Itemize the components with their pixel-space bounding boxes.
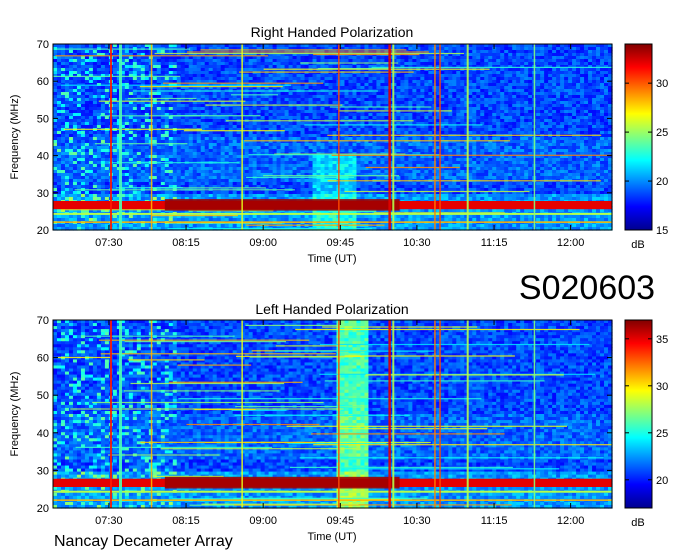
colorbar-tick-label: 25	[656, 127, 668, 139]
y-tick-label: 30	[37, 188, 49, 200]
y-tick-label: 70	[37, 39, 49, 51]
y-tick-label: 60	[37, 76, 49, 88]
x-tick-label: 08:15	[172, 515, 200, 527]
x-tick-label: 09:00	[249, 237, 277, 249]
x-tick-label: 12:00	[557, 237, 585, 249]
left-polarization-panel: Left Handed Polarization 20 30 40 50 60 70 07…	[9, 301, 668, 543]
y-tick-label: 50	[37, 390, 49, 402]
left-y-axis-label: Frequency (MHz)	[9, 372, 21, 457]
left-heatmap	[53, 320, 613, 509]
instrument-name: Nancay Decameter Array	[54, 533, 233, 550]
x-tick-label: 11:15	[481, 515, 508, 527]
spectrogram-figure: Right Handed Polarization 20 30 40 50 60 70 0…	[9, 24, 668, 550]
y-tick-label: 20	[37, 225, 49, 237]
y-tick-label: 70	[37, 315, 49, 327]
right-y-axis-label: Frequency (MHz)	[9, 95, 21, 180]
x-tick-label: 12:00	[557, 515, 585, 527]
y-tick-label: 30	[37, 465, 49, 477]
colorbar-tick-label: 25	[656, 428, 668, 440]
x-tick-label: 09:00	[249, 515, 277, 527]
x-tick-label: 10:30	[403, 515, 431, 527]
y-tick-label: 40	[37, 151, 49, 163]
y-tick-label: 50	[37, 113, 49, 125]
left-x-axis-label: Time (UT)	[307, 531, 356, 543]
right-panel-title: Right Handed Polarization	[251, 24, 414, 40]
y-tick-label: 40	[37, 428, 49, 440]
colorbar-tick-label: 35	[656, 334, 668, 346]
colorbar-tick-label: 20	[656, 475, 668, 487]
right-colorbar-label: dB	[631, 239, 644, 251]
colorbar-tick-label: 30	[656, 381, 668, 393]
right-x-axis-label: Time (UT)	[307, 253, 356, 265]
y-tick-label: 20	[37, 503, 49, 515]
x-tick-label: 08:15	[172, 237, 200, 249]
x-tick-label: 09:45	[327, 237, 355, 249]
x-tick-label: 10:30	[403, 237, 431, 249]
left-colorbar	[624, 319, 653, 509]
x-tick-label: 09:45	[327, 515, 355, 527]
colorbar-tick-label: 20	[656, 176, 668, 188]
x-tick-label: 07:30	[95, 237, 123, 249]
left-panel-title: Left Handed Polarization	[255, 301, 408, 317]
y-tick-label: 60	[37, 353, 49, 365]
right-heatmap	[53, 44, 613, 231]
observation-id: S020603	[519, 269, 655, 307]
colorbar-tick-label: 30	[656, 78, 668, 90]
left-colorbar-label: dB	[631, 517, 644, 529]
x-tick-label: 11:15	[481, 237, 508, 249]
right-polarization-panel: Right Handed Polarization 20 30 40 50 60 70 0…	[9, 24, 668, 265]
colorbar-tick-label: 15	[656, 225, 668, 237]
x-tick-label: 07:30	[95, 515, 123, 527]
right-colorbar	[624, 43, 653, 231]
